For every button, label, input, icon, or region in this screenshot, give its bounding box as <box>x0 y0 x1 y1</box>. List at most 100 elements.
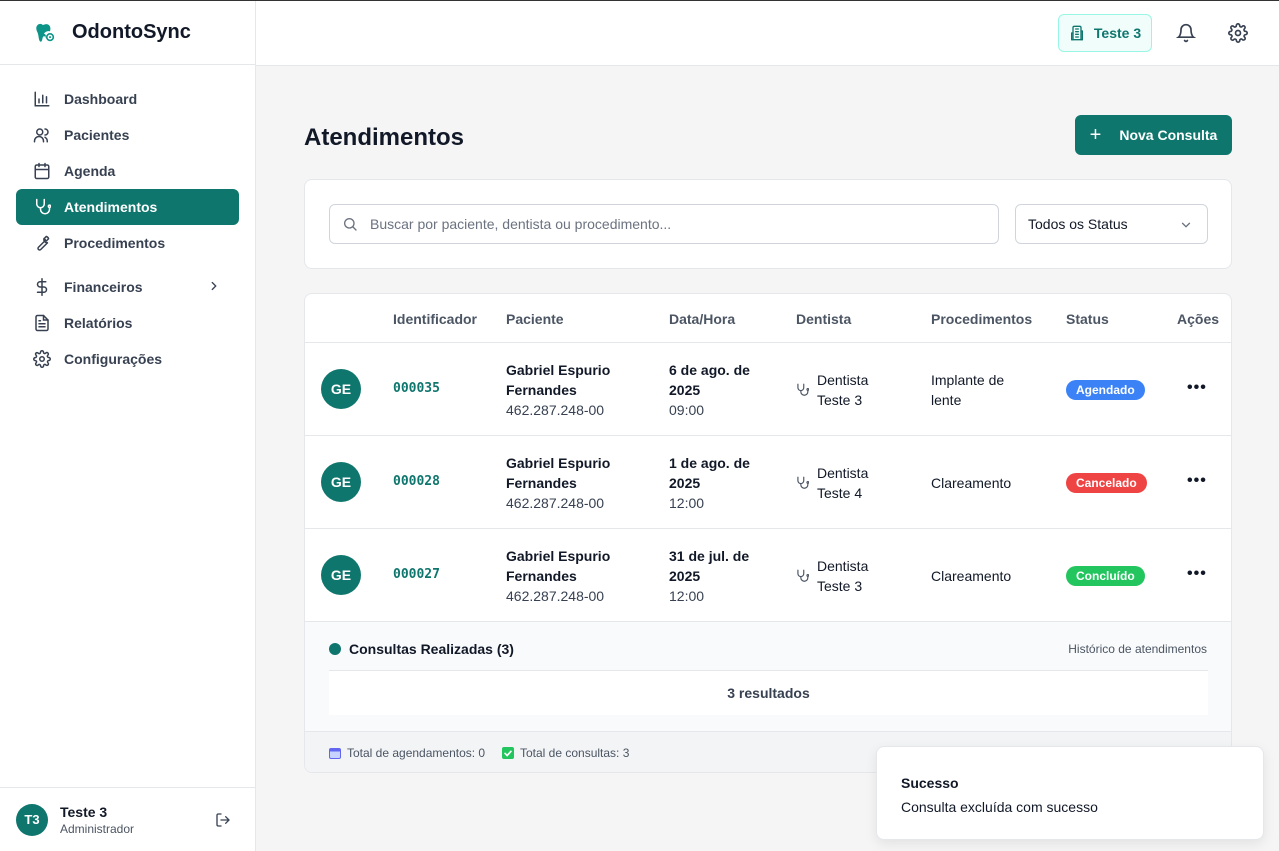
appointments-stat: Total de agendamentos: 0 <box>329 746 485 760</box>
sidebar-item-label: Financeiros <box>64 279 143 295</box>
patient-name-line2: Fernandes <box>506 475 577 491</box>
summary-hint: Histórico de atendimentos <box>1068 642 1207 656</box>
col-dentista: Dentista <box>796 311 852 327</box>
table-row[interactable]: GE 000035 Gabriel Espurio Fernandes 462.… <box>305 343 1231 436</box>
datetime-cell: 6 de ago. de 2025 09:00 <box>669 360 779 420</box>
sidebar-item-label: Procedimentos <box>64 235 166 251</box>
datetime-cell: 1 de ago. de 2025 12:00 <box>669 453 779 513</box>
settings-icon <box>32 349 52 369</box>
stethoscope-icon <box>32 197 52 217</box>
app-name: OdontoSync <box>72 21 191 43</box>
more-actions-icon[interactable]: ••• <box>1187 472 1207 490</box>
user-avatar[interactable]: T3 <box>16 803 48 836</box>
status-filter-select[interactable]: Todos os Status <box>1015 204 1208 244</box>
dentist-cell: Dentista Teste 3 <box>795 556 887 596</box>
table-row[interactable]: GE 000027 Gabriel Espurio Fernandes 462.… <box>305 529 1231 622</box>
chevron-down-icon <box>1179 218 1193 232</box>
plus-icon: + <box>1089 124 1102 146</box>
time: 12:00 <box>669 495 705 511</box>
toast-title: Sucesso <box>901 775 959 791</box>
summary-section: Consultas Realizadas (3) Histórico de at… <box>305 622 1231 732</box>
sidebar-item-configuracoes[interactable]: Configurações <box>16 341 239 377</box>
status-badge: Concluído <box>1066 566 1145 586</box>
col-data-hora: Data/Hora <box>669 311 736 327</box>
procedure-line1: Implante de <box>931 372 1005 388</box>
search-box[interactable] <box>329 204 999 244</box>
tooth-logo-icon <box>34 22 56 44</box>
sidebar-item-agenda[interactable]: Agenda <box>16 153 239 189</box>
check-icon <box>502 747 514 759</box>
building-icon <box>1069 25 1085 41</box>
sidebar-item-label: Configurações <box>64 351 163 367</box>
gear-icon[interactable] <box>1228 23 1248 43</box>
results-count: 3 resultados <box>329 670 1208 715</box>
filter-card: Todos os Status <box>304 179 1232 269</box>
patient-name-line1: Gabriel Espurio <box>506 362 611 378</box>
dentist-line2: Teste 3 <box>817 392 863 408</box>
time: 12:00 <box>669 588 705 604</box>
patient-cell: Gabriel Espurio Fernandes 462.287.248-00 <box>506 360 646 420</box>
new-consultation-label: Nova Consulta <box>1119 127 1218 143</box>
user-panel: T3 Teste 3 Administrador <box>0 787 255 851</box>
new-consultation-button[interactable]: + Nova Consulta <box>1075 115 1232 155</box>
patient-name-line1: Gabriel Espurio <box>506 455 611 471</box>
dentist-line1: Dentista <box>817 465 869 481</box>
sidebar-item-atendimentos[interactable]: Atendimentos <box>16 189 239 225</box>
col-paciente: Paciente <box>506 311 564 327</box>
more-actions-icon[interactable]: ••• <box>1187 379 1207 397</box>
dentist-line2: Teste 3 <box>817 578 863 594</box>
col-procedimentos: Procedimentos <box>931 311 1033 327</box>
patient-cpf: 462.287.248-00 <box>506 402 605 418</box>
col-identificador: Identificador <box>393 311 478 327</box>
search-input[interactable] <box>370 216 970 232</box>
consultations-stat: Total de consultas: 3 <box>502 746 629 760</box>
bell-icon[interactable] <box>1176 23 1196 43</box>
date-line2: 2025 <box>669 475 701 491</box>
time: 09:00 <box>669 402 705 418</box>
sidebar-item-dashboard[interactable]: Dashboard <box>16 81 239 117</box>
status-filter-value: Todos os Status <box>1028 216 1128 232</box>
users-icon <box>32 125 52 145</box>
date-line1: 6 de ago. de <box>669 362 750 378</box>
sidebar-item-procedimentos[interactable]: Procedimentos <box>16 225 239 261</box>
calendar-icon <box>329 747 341 759</box>
logout-icon[interactable] <box>215 812 231 828</box>
appointment-id[interactable]: 000035 <box>393 381 440 396</box>
sidebar-item-financeiros[interactable]: Financeiros <box>16 269 239 305</box>
appointment-id[interactable]: 000028 <box>393 474 440 489</box>
patient-cpf: 462.287.248-00 <box>506 588 605 604</box>
datetime-cell: 31 de jul. de 2025 12:00 <box>669 546 779 606</box>
dollar-icon <box>32 277 52 297</box>
procedure-cell: Clareamento <box>931 566 1041 586</box>
sidebar-item-label: Agenda <box>64 163 116 179</box>
col-status: Status <box>1066 311 1109 327</box>
sidebar-item-relatorios[interactable]: Relatórios <box>16 305 239 341</box>
appointment-id[interactable]: 000027 <box>393 567 440 582</box>
stethoscope-icon <box>795 569 809 583</box>
status-dot <box>329 643 341 655</box>
more-actions-icon[interactable]: ••• <box>1187 565 1207 583</box>
chevron-right-icon[interactable] <box>207 279 221 293</box>
sidebar-item-pacientes[interactable]: Pacientes <box>16 117 239 153</box>
brand[interactable]: OdontoSync <box>0 1 255 65</box>
sidebar-item-label: Dashboard <box>64 91 138 107</box>
bar-chart-icon <box>32 89 52 109</box>
table-row[interactable]: GE 000028 Gabriel Espurio Fernandes 462.… <box>305 436 1231 529</box>
top-bar: Teste 3 <box>256 1 1279 66</box>
page-title: Atendimentos <box>304 124 465 151</box>
sidebar-item-label: Relatórios <box>64 315 133 331</box>
patient-avatar: GE <box>321 462 361 502</box>
patient-avatar: GE <box>321 369 361 409</box>
patient-name-line2: Fernandes <box>506 568 577 584</box>
date-line1: 31 de jul. de <box>669 548 750 564</box>
success-toast[interactable]: Sucesso Consulta excluída com sucesso <box>876 746 1264 840</box>
patient-cell: Gabriel Espurio Fernandes 462.287.248-00 <box>506 546 646 606</box>
procedure-cell: Clareamento <box>931 473 1041 493</box>
user-role: Administrador <box>60 821 135 836</box>
dentist-line1: Dentista <box>817 558 869 574</box>
sidebar-item-label: Pacientes <box>64 127 130 143</box>
wrench-icon <box>32 233 52 253</box>
clinic-selector-button[interactable]: Teste 3 <box>1058 14 1152 52</box>
stethoscope-icon <box>795 383 809 397</box>
procedure-line1: Clareamento <box>931 568 1012 584</box>
